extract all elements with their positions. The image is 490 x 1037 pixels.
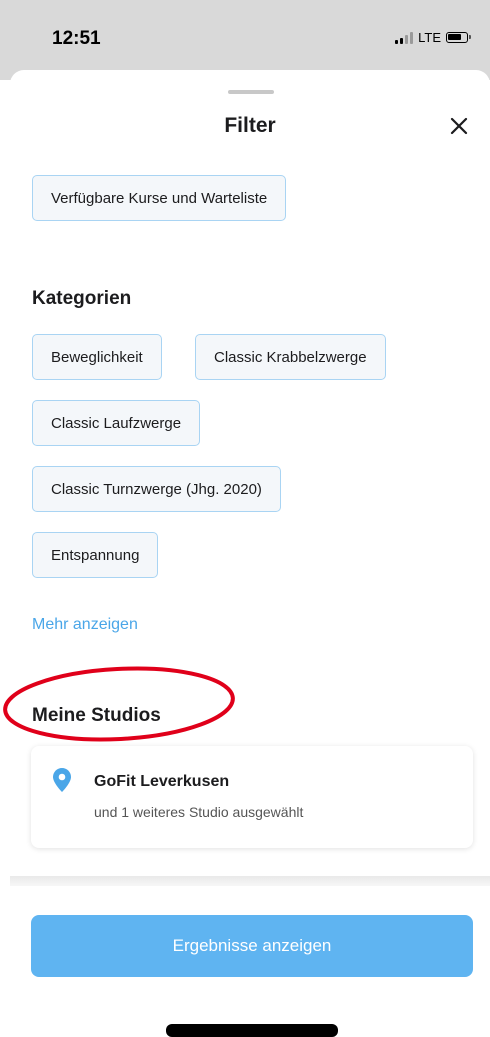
close-button[interactable] [447,114,471,138]
status-indicators: LTE [395,30,471,45]
location-pin-icon [53,768,71,792]
chip-category[interactable]: Entspannung [32,532,159,578]
filter-sheet: Filter Verfügbare Kurse und Warteliste K… [3,70,490,1037]
home-indicator [166,1024,338,1037]
battery-icon [446,32,471,43]
my-studios-heading: Meine Studios [32,705,161,726]
footer-divider [10,876,490,886]
chip-available-courses-waitlist[interactable]: Verfügbare Kurse und Warteliste [32,175,287,221]
studio-name: GoFit Leverkusen [94,773,230,790]
status-bar: 12:51 LTE [0,0,490,80]
highlight-ellipse-annotation [3,666,235,742]
status-time: 12:51 [52,28,101,49]
sheet-title: Filter [224,114,276,137]
studio-subtitle: und 1 weiteres Studio ausgewählt [94,804,304,820]
filter-screen: 12:51 LTE Filter Verfügbare Kurse und Wa… [0,0,490,1037]
signal-icon [395,31,414,44]
studio-selector-card[interactable]: GoFit Leverkusen und 1 weiteres Studio a… [31,746,473,848]
sheet-grabber[interactable] [228,90,274,94]
chip-category[interactable]: Classic Turnzwerge (Jhg. 2020) [32,466,281,512]
show-results-button[interactable]: Ergebnisse anzeigen [31,915,473,977]
network-type: LTE [418,30,441,45]
categories-heading: Kategorien [32,288,132,309]
show-more-link[interactable]: Mehr anzeigen [32,616,138,634]
chip-category[interactable]: Classic Krabbelzwerge [195,334,386,380]
close-icon [450,117,468,135]
chip-category[interactable]: Classic Laufzwerge [32,400,201,446]
chip-category[interactable]: Beweglichkeit [32,334,162,380]
